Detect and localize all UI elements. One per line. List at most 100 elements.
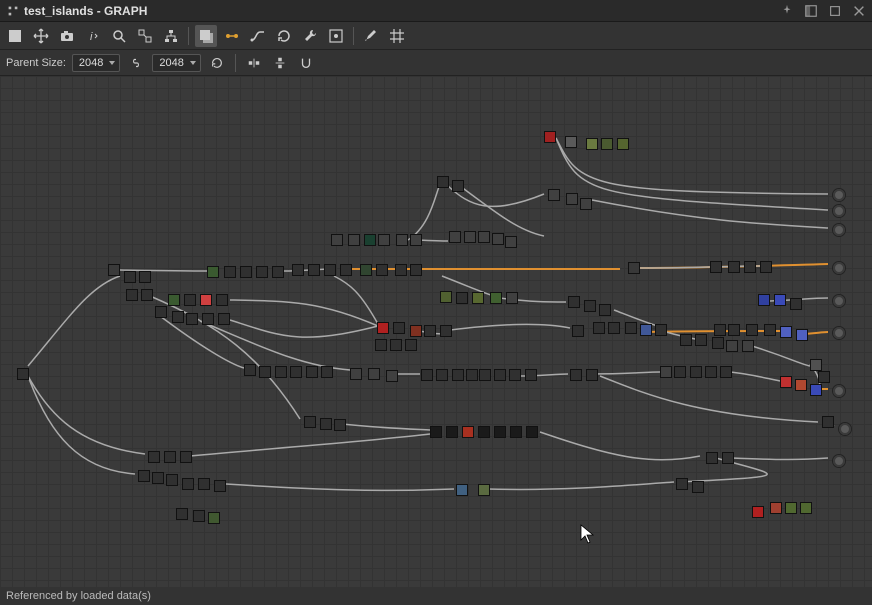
graph-node[interactable] — [676, 478, 688, 490]
graph-node[interactable] — [290, 366, 302, 378]
snap-icon[interactable] — [296, 53, 316, 73]
close-icon[interactable] — [852, 4, 866, 18]
graph-node[interactable] — [395, 264, 407, 276]
graph-node[interactable] — [126, 289, 138, 301]
graph-node[interactable] — [375, 339, 387, 351]
graph-node[interactable] — [456, 292, 468, 304]
graph-node[interactable] — [692, 481, 704, 493]
tool-hierarchy-icon[interactable] — [160, 25, 182, 47]
graph-node[interactable] — [390, 339, 402, 351]
graph-node[interactable] — [216, 294, 228, 306]
graph-node[interactable] — [364, 234, 376, 246]
graph-node[interactable] — [780, 326, 792, 338]
tool-layers-icon[interactable] — [195, 25, 217, 47]
graph-node[interactable] — [176, 508, 188, 520]
graph-node[interactable] — [410, 234, 422, 246]
graph-node[interactable] — [608, 322, 620, 334]
graph-node[interactable] — [506, 292, 518, 304]
tool-camera-icon[interactable] — [56, 25, 78, 47]
reset-icon[interactable] — [207, 53, 227, 73]
graph-node[interactable] — [790, 298, 802, 310]
graph-node[interactable] — [172, 311, 184, 323]
graph-node[interactable] — [722, 452, 734, 464]
graph-node[interactable] — [405, 339, 417, 351]
graph-node[interactable] — [321, 366, 333, 378]
graph-node[interactable] — [548, 189, 560, 201]
graph-node[interactable] — [200, 294, 212, 306]
graph-node[interactable] — [368, 368, 380, 380]
graph-node[interactable] — [410, 325, 422, 337]
parent-height-dropdown[interactable]: 2048 — [152, 54, 200, 72]
graph-node[interactable] — [660, 366, 672, 378]
graph-canvas[interactable] — [0, 76, 872, 587]
graph-node[interactable] — [324, 264, 336, 276]
output-node[interactable] — [832, 261, 846, 275]
graph-node[interactable] — [478, 484, 490, 496]
graph-node[interactable] — [464, 231, 476, 243]
tool-zoom-icon[interactable] — [108, 25, 130, 47]
graph-node[interactable] — [244, 364, 256, 376]
graph-node[interactable] — [525, 369, 537, 381]
graph-node[interactable] — [586, 138, 598, 150]
graph-node[interactable] — [586, 369, 598, 381]
graph-node[interactable] — [760, 261, 772, 273]
graph-node[interactable] — [350, 368, 362, 380]
graph-node[interactable] — [746, 324, 758, 336]
graph-node[interactable] — [818, 371, 830, 383]
graph-node[interactable] — [780, 376, 792, 388]
graph-node[interactable] — [752, 506, 764, 518]
graph-node[interactable] — [695, 334, 707, 346]
graph-node[interactable] — [440, 291, 452, 303]
graph-node[interactable] — [795, 379, 807, 391]
graph-node[interactable] — [462, 426, 474, 438]
graph-node[interactable] — [166, 474, 178, 486]
graph-node[interactable] — [509, 369, 521, 381]
graph-node[interactable] — [456, 484, 468, 496]
graph-node[interactable] — [331, 234, 343, 246]
graph-node[interactable] — [437, 176, 449, 188]
graph-node[interactable] — [566, 193, 578, 205]
tool-brush-icon[interactable] — [360, 25, 382, 47]
graph-node[interactable] — [141, 289, 153, 301]
graph-node[interactable] — [628, 262, 640, 274]
graph-node[interactable] — [785, 502, 797, 514]
output-node[interactable] — [832, 454, 846, 468]
graph-node[interactable] — [430, 426, 442, 438]
graph-node[interactable] — [510, 426, 522, 438]
graph-node[interactable] — [304, 416, 316, 428]
graph-node[interactable] — [601, 138, 613, 150]
graph-node[interactable] — [617, 138, 629, 150]
output-node[interactable] — [832, 204, 846, 218]
maximize-icon[interactable] — [828, 4, 842, 18]
graph-node[interactable] — [810, 384, 822, 396]
graph-node[interactable] — [728, 324, 740, 336]
graph-node[interactable] — [108, 264, 120, 276]
graph-node[interactable] — [17, 368, 29, 380]
graph-node[interactable] — [292, 264, 304, 276]
graph-node[interactable] — [758, 294, 770, 306]
graph-node[interactable] — [186, 313, 198, 325]
graph-node[interactable] — [472, 292, 484, 304]
pin-icon[interactable] — [780, 4, 794, 18]
graph-node[interactable] — [218, 313, 230, 325]
tool-curve-icon[interactable] — [247, 25, 269, 47]
graph-node[interactable] — [240, 266, 252, 278]
graph-node[interactable] — [796, 329, 808, 341]
graph-node[interactable] — [565, 136, 577, 148]
graph-node[interactable] — [494, 369, 506, 381]
link-icon[interactable] — [126, 53, 146, 73]
graph-node[interactable] — [148, 451, 160, 463]
graph-node[interactable] — [478, 426, 490, 438]
graph-node[interactable] — [386, 370, 398, 382]
graph-node[interactable] — [706, 452, 718, 464]
graph-node[interactable] — [526, 426, 538, 438]
graph-node[interactable] — [599, 304, 611, 316]
graph-node[interactable] — [593, 322, 605, 334]
graph-node[interactable] — [572, 325, 584, 337]
graph-node[interactable] — [674, 366, 686, 378]
graph-node[interactable] — [446, 426, 458, 438]
tool-fit-icon[interactable] — [134, 25, 156, 47]
graph-node[interactable] — [393, 322, 405, 334]
graph-node[interactable] — [720, 366, 732, 378]
graph-node[interactable] — [710, 261, 722, 273]
